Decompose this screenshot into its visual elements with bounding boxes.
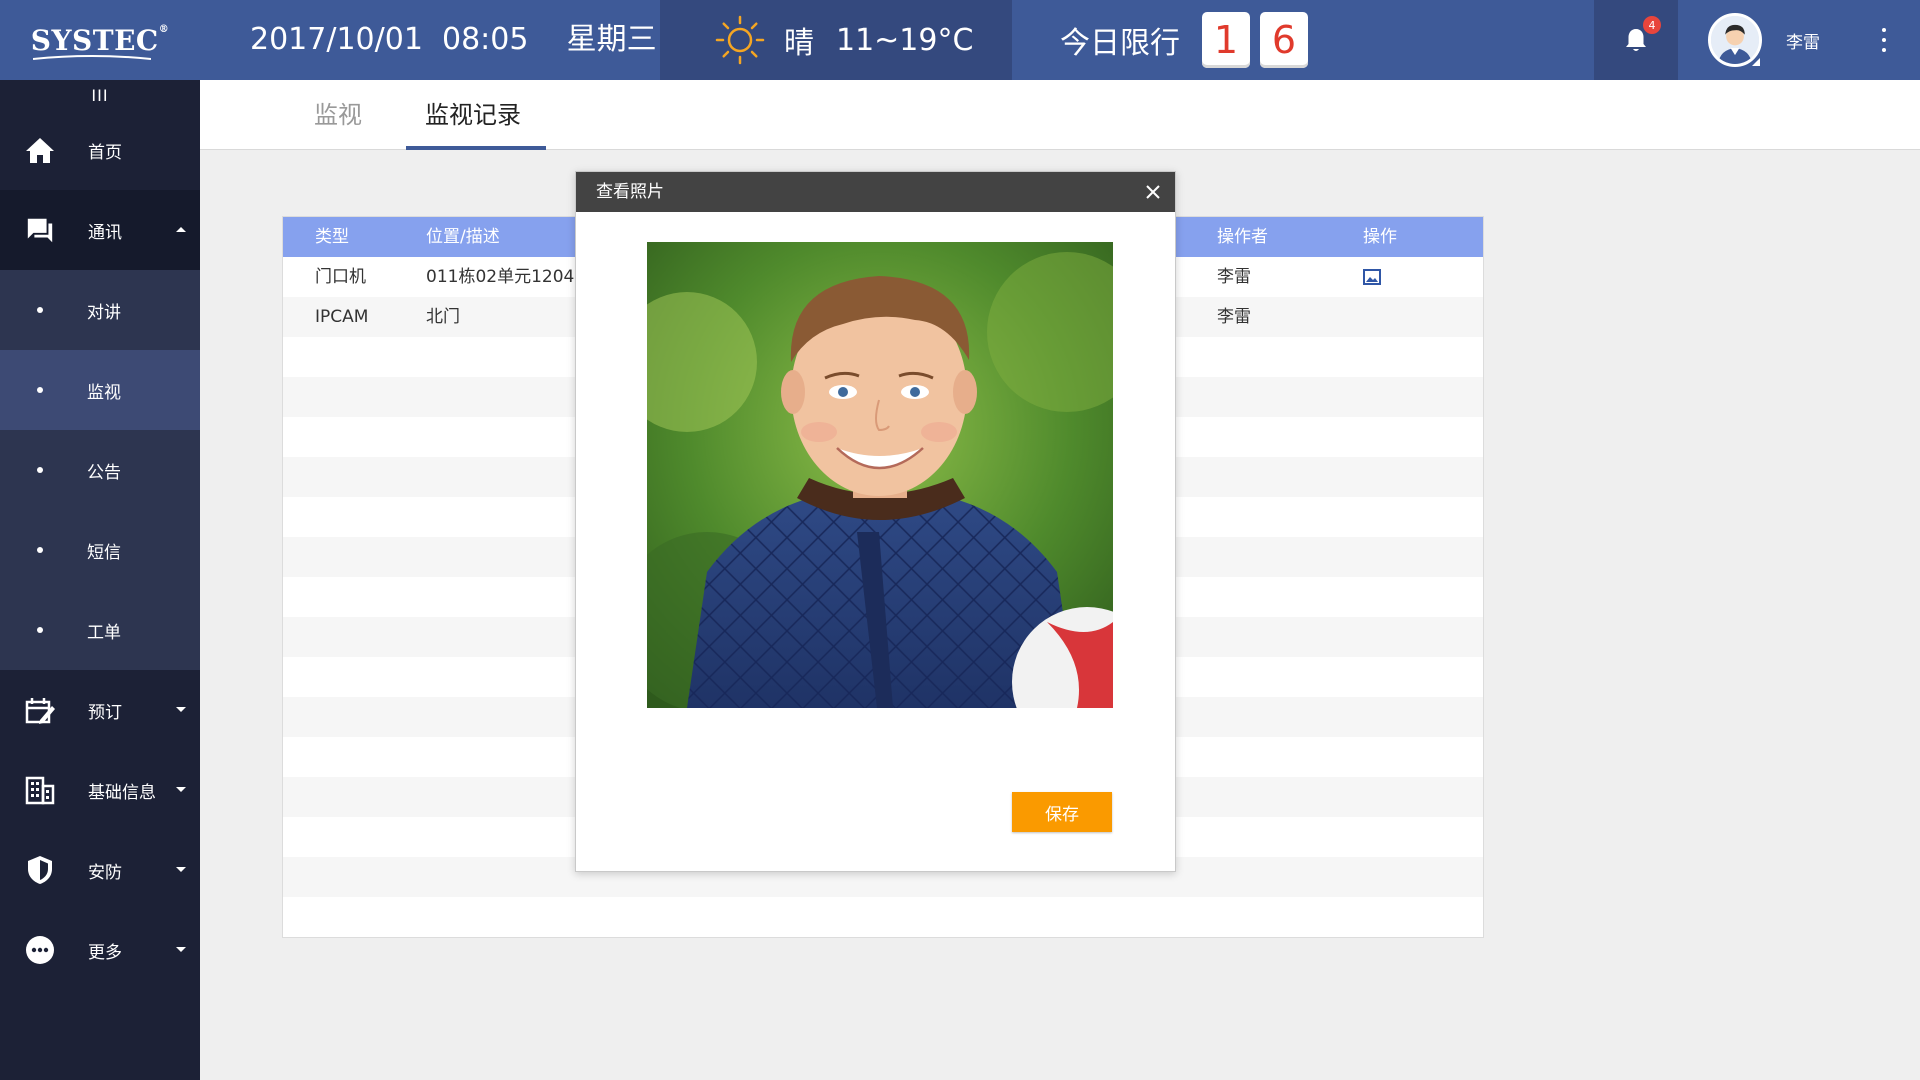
limit-label: 今日限行 (1060, 26, 1180, 61)
limit-digit: 1 (1202, 12, 1250, 68)
user-menu[interactable]: 李雷 (1708, 0, 1820, 80)
active-tab-indicator (406, 146, 546, 150)
bell-icon: 4 (1623, 16, 1661, 54)
username: 李雷 (1786, 32, 1820, 53)
chat-icon (20, 210, 60, 250)
logo-text: SYSTEC® (31, 24, 169, 60)
weather-panel: 晴 11~19°C (660, 0, 1012, 80)
sidebar-subitem-label: 对讲 (87, 302, 121, 323)
notification-button[interactable]: 4 (1594, 0, 1678, 80)
temperature: 11~19°C (836, 22, 974, 58)
sidebar-item-label: 安防 (88, 862, 122, 883)
tab-bar: 监视 监视记录 (200, 80, 1920, 150)
cell-type: IPCAM (315, 307, 369, 327)
sidebar-item-label: 基础信息 (88, 782, 156, 803)
sidebar-subitem-intercom[interactable]: 对讲 (0, 270, 200, 350)
sidebar-item-label: 更多 (88, 942, 122, 963)
weather-condition: 晴 (784, 26, 814, 61)
sidebar-item-security[interactable]: 安防 (0, 830, 200, 910)
cell-operator: 李雷 (1217, 307, 1251, 327)
time-text: 08:05 (442, 22, 529, 57)
sidebar-item-label: 通讯 (88, 222, 122, 243)
weekday-text: 星期三 (566, 22, 657, 57)
date-time: 2017/10/01 08:05 星期三 (250, 0, 657, 80)
sidebar-item-home[interactable]: 首页 (0, 110, 200, 190)
chevron-up-icon (176, 227, 186, 232)
more-icon (20, 930, 60, 970)
traffic-limit: 今日限行 1 6 (1060, 0, 1318, 80)
chevron-down-icon (176, 947, 186, 952)
more-options-icon[interactable] (1876, 24, 1892, 56)
bullet-icon (37, 467, 43, 473)
sidebar-item-label: 首页 (88, 142, 122, 163)
cell-operator: 李雷 (1217, 267, 1251, 287)
sidebar-item-more[interactable]: 更多 (0, 910, 200, 990)
avatar-dropdown-indicator (1752, 58, 1760, 66)
limit-digit: 6 (1260, 12, 1308, 68)
logo: SYSTEC® (0, 0, 200, 80)
bullet-icon (37, 307, 43, 313)
shield-icon (20, 850, 60, 890)
sidebar-item-booking[interactable]: 预订 (0, 670, 200, 750)
tab-monitor[interactable]: 监视 (314, 80, 362, 150)
bullet-icon (37, 627, 43, 633)
bullet-icon (37, 387, 43, 393)
dialog-title: 查看照片 (596, 182, 664, 202)
cell-location: 北门 (426, 307, 460, 327)
sidebar: III 首页 通讯 对讲 监视 公告 短信 工单 预订 基础信息 安防 更多 (0, 80, 200, 1080)
sidebar-subitem-label: 短信 (87, 542, 121, 563)
bullet-icon (37, 547, 43, 553)
sidebar-subitem-label: 公告 (87, 462, 121, 483)
sidebar-subitem-work-order[interactable]: 工单 (0, 590, 200, 670)
chevron-down-icon (176, 787, 186, 792)
column-header-action: 操作 (1363, 227, 1397, 247)
photo-viewer-dialog: 查看照片 保存 (575, 171, 1176, 872)
sidebar-item-basic-info[interactable]: 基础信息 (0, 750, 200, 830)
sidebar-subitem-monitor[interactable]: 监视 (0, 350, 200, 430)
close-icon[interactable] (1145, 184, 1161, 200)
column-header-type: 类型 (315, 227, 349, 247)
logo-swoosh-icon (32, 54, 151, 60)
booking-icon (20, 690, 60, 730)
notification-badge: 4 (1643, 16, 1661, 34)
chevron-down-icon (176, 707, 186, 712)
tab-monitor-records[interactable]: 监视记录 (425, 80, 521, 150)
chevron-down-icon (176, 867, 186, 872)
date-text: 2017/10/01 (250, 22, 423, 57)
cell-location: 011栋02单元1204 (426, 267, 575, 287)
sidebar-subitem-label: 监视 (87, 382, 121, 403)
building-icon (20, 770, 60, 810)
table-row-empty (283, 897, 1483, 937)
captured-photo (647, 242, 1113, 708)
dialog-header: 查看照片 (576, 172, 1175, 212)
sidebar-subitem-announcement[interactable]: 公告 (0, 430, 200, 510)
cell-type: 门口机 (315, 267, 366, 287)
top-bar: SYSTEC® 2017/10/01 08:05 星期三 晴 11~19°C 今… (0, 0, 1920, 80)
view-image-icon[interactable] (1363, 269, 1381, 285)
sidebar-subitem-sms[interactable]: 短信 (0, 510, 200, 590)
sidebar-item-label: 预订 (88, 702, 122, 723)
column-header-operator: 操作者 (1217, 227, 1268, 247)
sidebar-subitem-label: 工单 (87, 622, 121, 643)
sidebar-item-communication[interactable]: 通讯 (0, 190, 200, 270)
column-header-location: 位置/描述 (426, 227, 500, 247)
home-icon (20, 130, 60, 170)
save-button[interactable]: 保存 (1012, 792, 1112, 832)
sun-icon (715, 15, 765, 65)
sidebar-collapse-toggle[interactable]: III (0, 80, 200, 110)
